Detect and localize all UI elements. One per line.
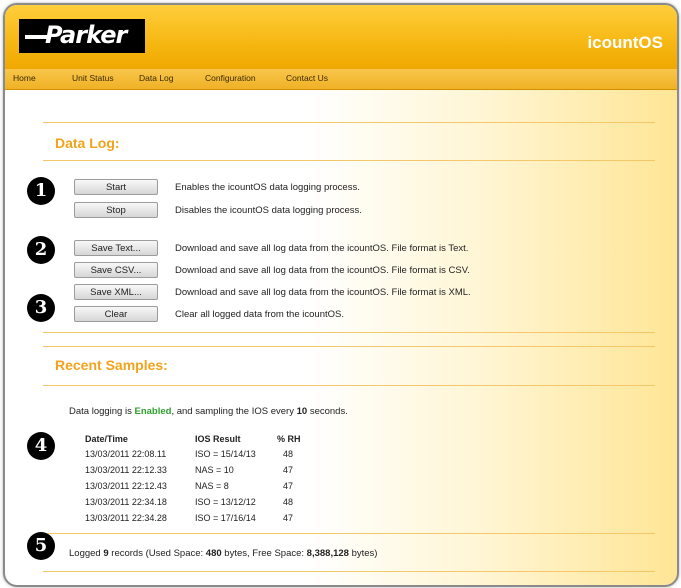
status-interval: 10 xyxy=(296,406,308,417)
table-row: 13/03/2011 22:08.11 ISO = 15/14/13 48 xyxy=(85,447,317,463)
cell-datetime: 13/03/2011 22:34.18 xyxy=(85,496,167,507)
save-text-description: Download and save all log data from the … xyxy=(175,243,469,254)
logging-status: Data logging is Enabled, and sampling th… xyxy=(69,406,348,417)
cell-datetime: 13/03/2011 22:12.33 xyxy=(85,464,167,475)
cell-ios-result: ISO = 13/12/12 xyxy=(195,496,256,507)
cell-rh: 47 xyxy=(283,464,294,475)
cell-rh: 48 xyxy=(283,496,294,507)
divider xyxy=(43,533,655,534)
table-row: 13/03/2011 22:34.28 ISO = 17/16/14 47 xyxy=(85,511,317,527)
nav-home[interactable]: Home xyxy=(13,73,36,83)
callout-1: 1 xyxy=(27,177,55,205)
table-row: 13/03/2011 22:12.43 NAS = 8 47 xyxy=(85,479,317,495)
nav-contact-us[interactable]: Contact Us xyxy=(286,73,328,83)
parker-logo: Parker xyxy=(19,19,145,53)
status-mid: , and sampling the IOS every xyxy=(171,406,294,417)
column-header-ios-result: IOS Result xyxy=(195,434,241,444)
save-csv-button[interactable]: Save CSV... xyxy=(74,262,158,278)
table-row: 13/03/2011 22:34.18 ISO = 13/12/12 48 xyxy=(85,495,317,511)
callout-3: 3 xyxy=(27,294,55,322)
status-state: Enabled xyxy=(134,406,172,417)
start-description: Enables the icountOS data logging proces… xyxy=(175,182,360,193)
nav-configuration[interactable]: Configuration xyxy=(205,73,256,83)
summary-used: 480 xyxy=(205,548,222,559)
save-csv-description: Download and save all log data from the … xyxy=(175,265,470,276)
stop-button[interactable]: Stop xyxy=(74,202,158,218)
clear-button[interactable]: Clear xyxy=(74,306,158,322)
callout-4: 4 xyxy=(27,432,55,460)
cell-datetime: 13/03/2011 22:08.11 xyxy=(85,448,167,459)
column-header-rh: % RH xyxy=(277,434,301,444)
save-xml-description: Download and save all log data from the … xyxy=(175,287,471,298)
divider xyxy=(43,160,655,161)
cell-datetime: 13/03/2011 22:12.43 xyxy=(85,480,167,491)
stop-description: Disables the icountOS data logging proce… xyxy=(175,205,362,216)
cell-ios-result: NAS = 10 xyxy=(195,464,234,475)
cell-rh: 47 xyxy=(283,480,294,491)
table-row: 13/03/2011 22:12.33 NAS = 10 47 xyxy=(85,463,317,479)
table-header-row: Date/Time IOS Result % RH xyxy=(85,434,317,447)
divider xyxy=(43,122,655,123)
summary-mid1: records (Used Space: xyxy=(111,548,204,559)
app-window: Parker icountOS Home Unit Status Data Lo… xyxy=(3,3,679,587)
column-header-datetime: Date/Time xyxy=(85,434,128,444)
status-prefix: Data logging is xyxy=(69,406,132,417)
status-suffix: seconds. xyxy=(309,406,348,417)
recent-samples-title: Recent Samples: xyxy=(55,357,168,373)
log-summary: Logged 9 records (Used Space: 480 bytes,… xyxy=(69,548,377,559)
cell-datetime: 13/03/2011 22:34.28 xyxy=(85,512,167,523)
summary-suffix: bytes) xyxy=(351,548,378,559)
save-xml-button[interactable]: Save XML... xyxy=(74,284,158,300)
summary-mid2: bytes, Free Space: xyxy=(224,548,305,559)
app-title: icountOS xyxy=(587,33,663,52)
cell-rh: 47 xyxy=(283,512,294,523)
divider xyxy=(43,332,655,333)
cell-rh: 48 xyxy=(283,448,294,459)
cell-ios-result: NAS = 8 xyxy=(195,480,229,491)
divider xyxy=(43,346,655,347)
data-log-title: Data Log: xyxy=(55,135,120,151)
header: Parker icountOS xyxy=(5,5,677,69)
nav-unit-status[interactable]: Unit Status xyxy=(72,73,114,83)
cell-ios-result: ISO = 15/14/13 xyxy=(195,448,256,459)
callout-2: 2 xyxy=(27,236,55,264)
cell-ios-result: ISO = 17/16/14 xyxy=(195,512,256,523)
clear-description: Clear all logged data from the icountOS. xyxy=(175,309,344,320)
divider xyxy=(43,385,655,386)
save-text-button[interactable]: Save Text... xyxy=(74,240,158,256)
callout-5: 5 xyxy=(27,532,55,560)
logo-text: Parker xyxy=(45,21,127,49)
start-button[interactable]: Start xyxy=(74,179,158,195)
samples-table: Date/Time IOS Result % RH 13/03/2011 22:… xyxy=(85,434,317,527)
nav-bar: Home Unit Status Data Log Configuration … xyxy=(5,69,677,90)
summary-free: 8,388,128 xyxy=(306,548,349,559)
summary-prefix: Logged xyxy=(69,548,101,559)
divider xyxy=(43,571,655,572)
summary-count: 9 xyxy=(103,548,109,559)
nav-data-log[interactable]: Data Log xyxy=(139,73,174,83)
